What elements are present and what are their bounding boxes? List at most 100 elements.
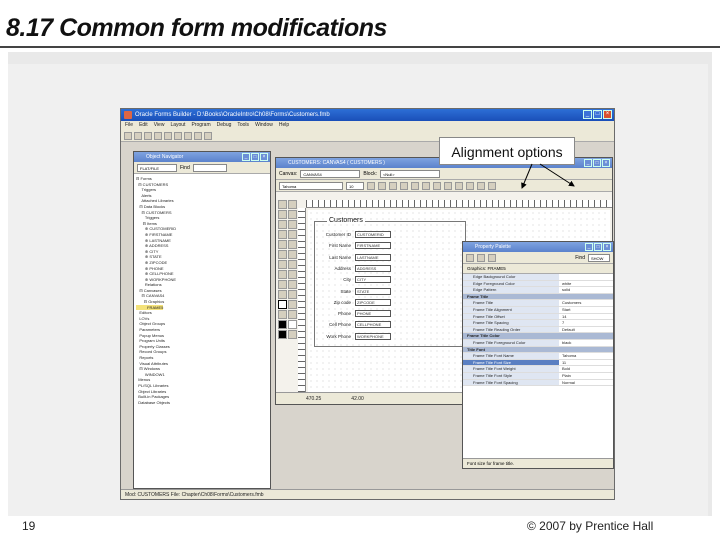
layout-close-button[interactable]: × [602, 159, 610, 167]
field-item[interactable]: CUSTOMERID [355, 231, 391, 238]
field-item[interactable]: ZIPCODE [355, 298, 391, 306]
field-item[interactable]: PHONE [355, 310, 391, 318]
cut-icon[interactable] [174, 132, 182, 140]
text-color-icon[interactable] [278, 330, 287, 339]
palette-close-button[interactable]: × [603, 243, 611, 251]
property-row[interactable]: Frame Title Spacing 7 [463, 320, 613, 327]
line-tool-icon[interactable] [288, 220, 297, 229]
ellipse-tool-icon[interactable] [278, 230, 287, 239]
tree-node[interactable]: Database Objects [136, 400, 270, 406]
select-tool-icon[interactable] [278, 200, 287, 209]
property-row[interactable]: Frame Title Font Size 11 [463, 359, 613, 367]
pattern-icon[interactable] [288, 330, 297, 339]
field-item[interactable]: FIRSTNAME [355, 242, 391, 250]
button-tool-icon[interactable] [288, 260, 297, 269]
canvas-combo[interactable]: CANVAS4 [300, 169, 361, 178]
property-value[interactable]: Plain [559, 373, 613, 379]
palette-minimize-button[interactable]: _ [585, 243, 593, 251]
list-tool-icon[interactable] [278, 310, 287, 319]
property-row[interactable]: Frame Title Offset 14 [463, 313, 613, 321]
menu-item[interactable]: Program [191, 121, 210, 130]
menu-item[interactable]: File [125, 121, 133, 130]
textitem-tool-icon[interactable] [278, 280, 287, 289]
copy-icon[interactable] [184, 132, 192, 140]
display-item-tool-icon[interactable] [288, 300, 297, 309]
close-button[interactable]: × [603, 110, 612, 119]
property-value[interactable]: 11 [559, 360, 613, 366]
align-bottom-icon[interactable] [466, 181, 474, 190]
field-item[interactable]: CITY [355, 276, 391, 284]
field-item[interactable]: CELLPHONE [355, 321, 391, 329]
property-row[interactable]: Frame Title Font Style Plain [463, 372, 613, 380]
property-value[interactable]: Tahoma [559, 353, 613, 359]
frame-tool-icon[interactable] [278, 260, 287, 269]
menu-item[interactable]: Tools [237, 121, 249, 130]
property-value[interactable]: 7 [559, 320, 613, 326]
new-icon[interactable] [124, 132, 132, 140]
help-icon[interactable] [204, 132, 212, 140]
property-value[interactable]: Start [559, 307, 613, 313]
align-right-icon[interactable] [444, 181, 452, 190]
property-row[interactable]: Frame Title Alignment Start [463, 306, 613, 314]
open-icon[interactable] [134, 132, 142, 140]
italic-icon[interactable] [378, 181, 386, 190]
property-value[interactable]: Bold [559, 366, 613, 372]
property-group[interactable]: Frame Title Color [463, 333, 613, 340]
polyline-tool-icon[interactable] [288, 240, 297, 249]
menu-item[interactable]: Edit [139, 121, 148, 130]
align-center-icon[interactable] [433, 181, 441, 190]
property-row[interactable]: Frame Title Customers [463, 300, 613, 307]
zoom-in-icon[interactable] [400, 181, 408, 190]
image-tool-icon[interactable] [288, 280, 297, 289]
stacked-canvas-tool-icon[interactable] [288, 310, 297, 319]
minimize-button[interactable]: _ [583, 110, 592, 119]
send-to-back-icon[interactable] [488, 181, 496, 190]
field-item[interactable]: ADDRESS [355, 264, 391, 272]
maximize-button[interactable]: □ [593, 110, 602, 119]
property-group[interactable]: Title Font [463, 346, 613, 354]
bring-to-front-icon[interactable] [477, 181, 485, 190]
property-row[interactable]: Frame Title Reading Order Default [463, 326, 613, 334]
customers-frame[interactable]: Customers Customer ID CUSTOMERID First Nam… [314, 217, 466, 347]
property-row[interactable]: Edge Background Color [463, 274, 613, 281]
property-row[interactable]: Frame Title Foreground Color black [463, 339, 613, 347]
font-size-combo[interactable]: 10 [346, 181, 364, 190]
underline-icon[interactable] [389, 181, 397, 190]
zoom-out-icon[interactable] [411, 181, 419, 190]
field-item[interactable]: STATE [355, 287, 391, 295]
align-top-icon[interactable] [455, 181, 463, 190]
paste-icon[interactable] [194, 132, 202, 140]
font-name-combo[interactable]: Tahoma [279, 181, 343, 190]
property-value[interactable] [559, 274, 613, 280]
freehand-tool-icon[interactable] [288, 250, 297, 259]
text-tool-icon[interactable] [278, 300, 287, 309]
menu-item[interactable]: Window [255, 121, 273, 130]
run-icon[interactable] [154, 132, 162, 140]
property-row[interactable]: Edge Foreground Color white [463, 280, 613, 288]
palette-maximize-button[interactable]: □ [594, 243, 602, 251]
navigator-find-input[interactable] [192, 163, 227, 172]
rounded-rect-tool-icon[interactable] [278, 250, 287, 259]
field-item[interactable]: WORKPHONE [355, 332, 391, 340]
palette-find-input[interactable]: SHOW [588, 253, 610, 262]
navigator-minimize-button[interactable]: _ [242, 153, 250, 161]
menu-item[interactable]: Debug [217, 121, 232, 130]
property-row[interactable]: Frame Title Font Weight Bold [463, 366, 613, 373]
menu-item[interactable]: Help [279, 121, 289, 130]
property-value[interactable]: 14 [559, 314, 613, 320]
property-row[interactable]: Edge Pattern solid [463, 287, 613, 294]
menu-item[interactable]: View [154, 121, 165, 130]
save-icon[interactable] [144, 132, 152, 140]
arc-tool-icon[interactable] [288, 230, 297, 239]
tab-tool-icon[interactable] [288, 290, 297, 299]
debug-icon[interactable] [164, 132, 172, 140]
rotate-tool-icon[interactable] [288, 200, 297, 209]
magnify-tool-icon[interactable] [278, 210, 287, 219]
reshape-tool-icon[interactable] [288, 210, 297, 219]
chart-tool-icon[interactable] [278, 290, 287, 299]
property-value[interactable]: Normal [559, 380, 613, 386]
property-value[interactable]: Customers [559, 300, 613, 306]
palette-inherit-icon[interactable] [488, 253, 496, 262]
property-row[interactable]: Frame Title Font Name Tahoma [463, 353, 613, 360]
polygon-tool-icon[interactable] [278, 240, 287, 249]
